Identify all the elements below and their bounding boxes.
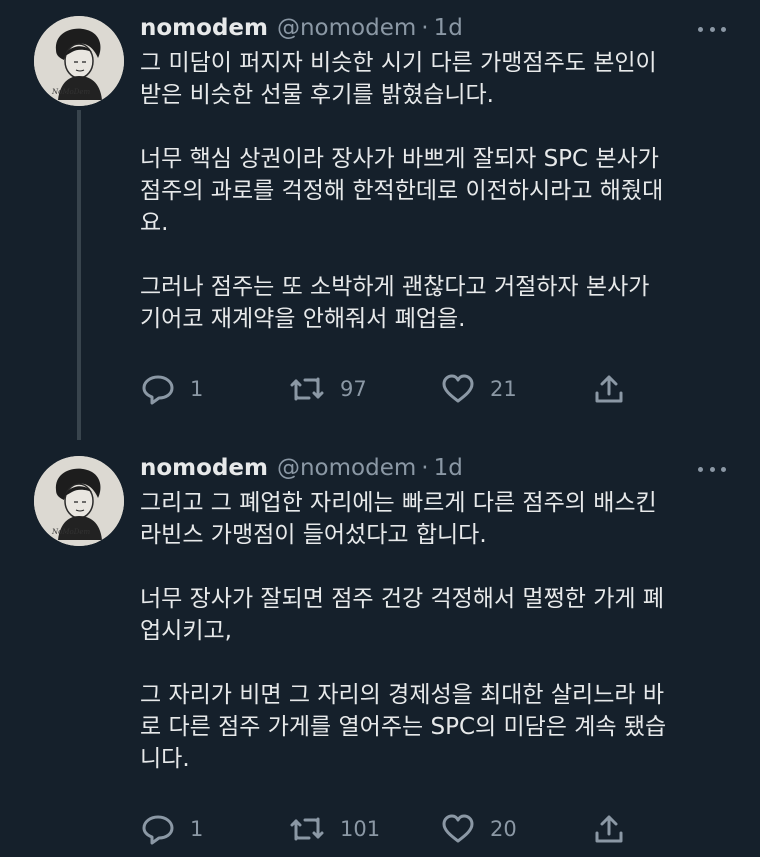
tweet-paragraph: 너무 장사가 잘되면 점주 건강 걱정해서 멀쩡한 가게 폐 업시키고,	[140, 586, 665, 644]
author-handle[interactable]: @nomodem	[277, 455, 416, 481]
like-button[interactable]: 20	[440, 812, 517, 846]
tweet-actions: 1 97 21	[140, 372, 640, 406]
tweet: NoMoDem nomodem @nomodem · 1d 그 미담이 퍼지자 …	[0, 0, 760, 440]
retweet-button[interactable]: 101	[288, 812, 380, 846]
share-button[interactable]	[592, 372, 626, 406]
retweet-button[interactable]: 97	[288, 372, 367, 406]
tweet-timestamp[interactable]: 1d	[434, 15, 463, 41]
author-handle[interactable]: @nomodem	[277, 15, 416, 41]
reply-button[interactable]: 1	[140, 372, 203, 406]
tweet-paragraph: 그러나 점주는 또 소박하게 괜찮다고 거절하자 본사가 기어코 재계약을 안해…	[140, 274, 650, 332]
heart-icon	[442, 374, 474, 403]
tweet-paragraph: 그 자리가 비면 그 자리의 경제성을 최대한 살리느라 바 로 다른 점주 가…	[140, 682, 667, 772]
author-name[interactable]: nomodem	[140, 455, 268, 481]
tweet-paragraph: 그 미담이 퍼지자 비슷한 시기 다른 가맹점주도 본인이 받은 비슷한 선물 …	[140, 50, 657, 108]
tweet-text: 그 미담이 퍼지자 비슷한 시기 다른 가맹점주도 본인이 받은 비슷한 선물 …	[140, 47, 730, 335]
tweet-header: nomodem @nomodem · 1d	[140, 11, 463, 45]
more-options-icon[interactable]	[698, 22, 726, 36]
retweet-icon	[290, 817, 324, 841]
tweet-paragraph: 그리고 그 폐업한 자리에는 빠르게 다른 점주의 배스킨 라빈스 가맹점이 들…	[140, 490, 657, 548]
like-count: 20	[490, 817, 517, 841]
avatar[interactable]: NoMoDem	[34, 456, 124, 546]
tweet: NoMoDem nomodem @nomodem · 1d 그리고 그 폐업한 …	[0, 440, 760, 857]
reply-button[interactable]: 1	[140, 812, 203, 846]
more-options-icon[interactable]	[698, 462, 726, 476]
separator-dot: ·	[421, 455, 429, 481]
author-name[interactable]: nomodem	[140, 15, 268, 41]
tweet-text: 그리고 그 폐업한 자리에는 빠르게 다른 점주의 배스킨 라빈스 가맹점이 들…	[140, 487, 730, 775]
avatar-signature: NoMoDem	[51, 88, 90, 96]
reply-icon	[142, 815, 174, 845]
reply-count: 1	[190, 817, 204, 841]
reply-icon	[142, 375, 174, 405]
tweet-header: nomodem @nomodem · 1d	[140, 451, 463, 485]
separator-dot: ·	[421, 15, 429, 41]
tweet-timestamp[interactable]: 1d	[434, 455, 463, 481]
share-button[interactable]	[592, 812, 626, 846]
share-icon	[595, 375, 623, 403]
like-button[interactable]: 21	[440, 372, 517, 406]
retweet-count: 97	[340, 377, 367, 401]
like-count: 21	[490, 377, 517, 401]
share-icon	[595, 815, 623, 843]
retweet-count: 101	[340, 817, 381, 841]
reply-count: 1	[190, 377, 204, 401]
retweet-icon	[290, 377, 324, 401]
heart-icon	[442, 814, 474, 843]
avatar[interactable]: NoMoDem	[34, 16, 124, 106]
thread-line	[77, 110, 81, 440]
avatar-signature: NoMoDem	[51, 528, 90, 536]
tweet-paragraph: 너무 핵심 상권이라 장사가 바쁘게 잘되자 SPC 본사가 점주의 과로를 걱…	[140, 146, 664, 236]
tweet-actions: 1 101 20	[140, 812, 640, 846]
